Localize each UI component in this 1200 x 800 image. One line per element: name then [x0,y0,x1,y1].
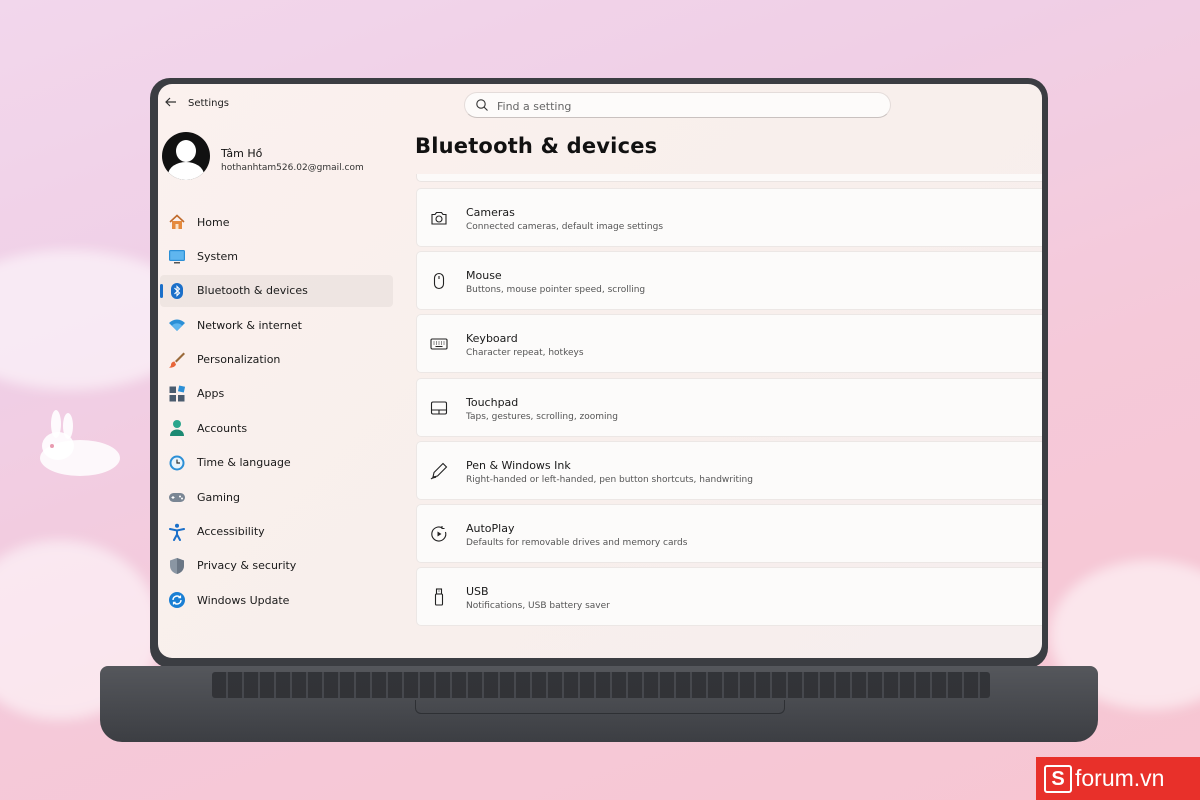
settings-card-touchpad[interactable]: Touchpad Taps, gestures, scrolling, zoom… [416,377,1042,437]
sidebar-item-label: Windows Update [197,593,290,607]
avatar[interactable] [162,132,210,180]
laptop-keyboard [212,672,990,698]
sidebar-item-bluetooth-devices[interactable]: Bluetooth & devices [160,274,393,307]
card-subtitle: Taps, gestures, scrolling, zooming [466,411,618,422]
settings-card-cameras[interactable]: Cameras Connected cameras, default image… [416,188,1042,247]
back-arrow-icon [165,97,176,107]
bluetooth-icon [171,282,183,299]
gamepad-icon [169,493,185,503]
sidebar-item-label: Privacy & security [197,559,297,573]
update-icon [169,592,185,609]
partial-card [416,174,1042,182]
title-bar: Settings [158,84,1042,124]
sidebar-item-time-language[interactable]: Time & language [160,447,393,479]
card-title: Cameras [466,206,515,219]
watermark-logo-letter: S [1044,764,1072,793]
sidebar-item-label: Personalization [197,353,281,367]
settings-list: Cameras Connected cameras, default image… [416,188,1042,630]
sidebar-item-system[interactable]: System [160,240,393,272]
sidebar-item-network-internet[interactable]: Network & internet [160,309,393,341]
card-title: AutoPlay [466,521,515,535]
sidebar-item-label: Time & language [197,456,291,470]
card-subtitle: Buttons, mouse pointer speed, scrolling [466,285,646,296]
system-icon [169,250,185,264]
sidebar-item-windows-update[interactable]: Windows Update [160,584,393,616]
sidebar-item-label: Network & internet [197,318,302,332]
page-title: Bluetooth & devices [415,134,658,158]
card-subtitle: Defaults for removable drives and memory… [466,537,688,548]
card-subtitle: Right-handed or left-handed, pen button … [466,474,753,485]
search-input[interactable] [497,97,877,115]
card-title: USB [466,585,489,599]
card-subtitle: Notifications, USB battery saver [466,601,610,612]
card-title: Keyboard [466,332,518,346]
sidebar-nav: Home System Bluetooth & devices Network … [160,206,393,619]
watermark-text: forum.vn [1075,765,1165,791]
card-title: Touchpad [466,395,519,409]
usb-icon [434,588,444,606]
settings-card-pen-windows-ink[interactable]: Pen & Windows Ink Right-handed or left-h… [416,440,1042,500]
settings-card-mouse[interactable]: Mouse Buttons, mouse pointer speed, scro… [416,251,1042,311]
settings-window: Settings Tâm Hồ hothanhtam526.02@gmail.c… [158,84,1042,658]
sidebar-item-personalization[interactable]: Personalization [160,344,393,376]
sidebar-item-accounts[interactable]: Accounts [160,412,393,444]
settings-card-autoplay[interactable]: AutoPlay Defaults for removable drives a… [416,503,1042,563]
brush-icon [169,352,185,368]
sidebar-item-label: Accessibility [197,525,265,539]
search-icon [476,99,488,111]
mouse-icon [433,273,445,290]
autoplay-icon [431,525,447,542]
sidebar-item-gaming[interactable]: Gaming [160,481,393,513]
home-icon [169,214,185,229]
sidebar-item-label: Gaming [197,490,240,504]
card-title: Mouse [466,269,502,283]
user-email: hothanhtam526.02@gmail.com [221,163,364,173]
user-name: Tâm Hồ [221,147,263,160]
card-subtitle: Character repeat, hotkeys [466,348,584,359]
sidebar-item-label: Home [197,215,230,229]
search-box[interactable] [464,92,891,118]
sidebar-item-apps[interactable]: Apps [160,378,393,410]
back-button[interactable] [164,95,180,111]
sidebar-item-label: Accounts [197,421,248,435]
card-subtitle: Connected cameras, default image setting… [466,222,664,232]
apps-icon [169,385,186,402]
sidebar-item-accessibility[interactable]: Accessibility [160,516,393,548]
time-language-icon [169,455,185,471]
accessibility-icon [169,523,185,541]
settings-card-usb[interactable]: USB Notifications, USB battery saver [416,567,1042,627]
laptop-trackpad [415,700,785,714]
sidebar-item-label: Apps [197,387,225,401]
card-title: Pen & Windows Ink [466,458,571,472]
sidebar-item-label: System [197,249,239,263]
shield-icon [170,557,184,574]
app-title: Settings [188,98,230,109]
settings-card-keyboard[interactable]: Keyboard Character repeat, hotkeys [416,314,1042,374]
camera-icon [431,211,447,225]
bunny-decoration [40,410,120,476]
touchpad-icon [430,401,448,415]
keyboard-icon [430,338,448,350]
pen-icon [430,462,448,480]
sidebar-item-privacy-security[interactable]: Privacy & security [160,550,393,582]
accounts-icon [170,420,184,437]
sidebar-item-label: Bluetooth & devices [197,284,308,298]
sidebar-item-home[interactable]: Home [160,206,393,238]
sforum-watermark: S forum.vn [1036,757,1200,800]
wifi-icon [169,319,185,332]
